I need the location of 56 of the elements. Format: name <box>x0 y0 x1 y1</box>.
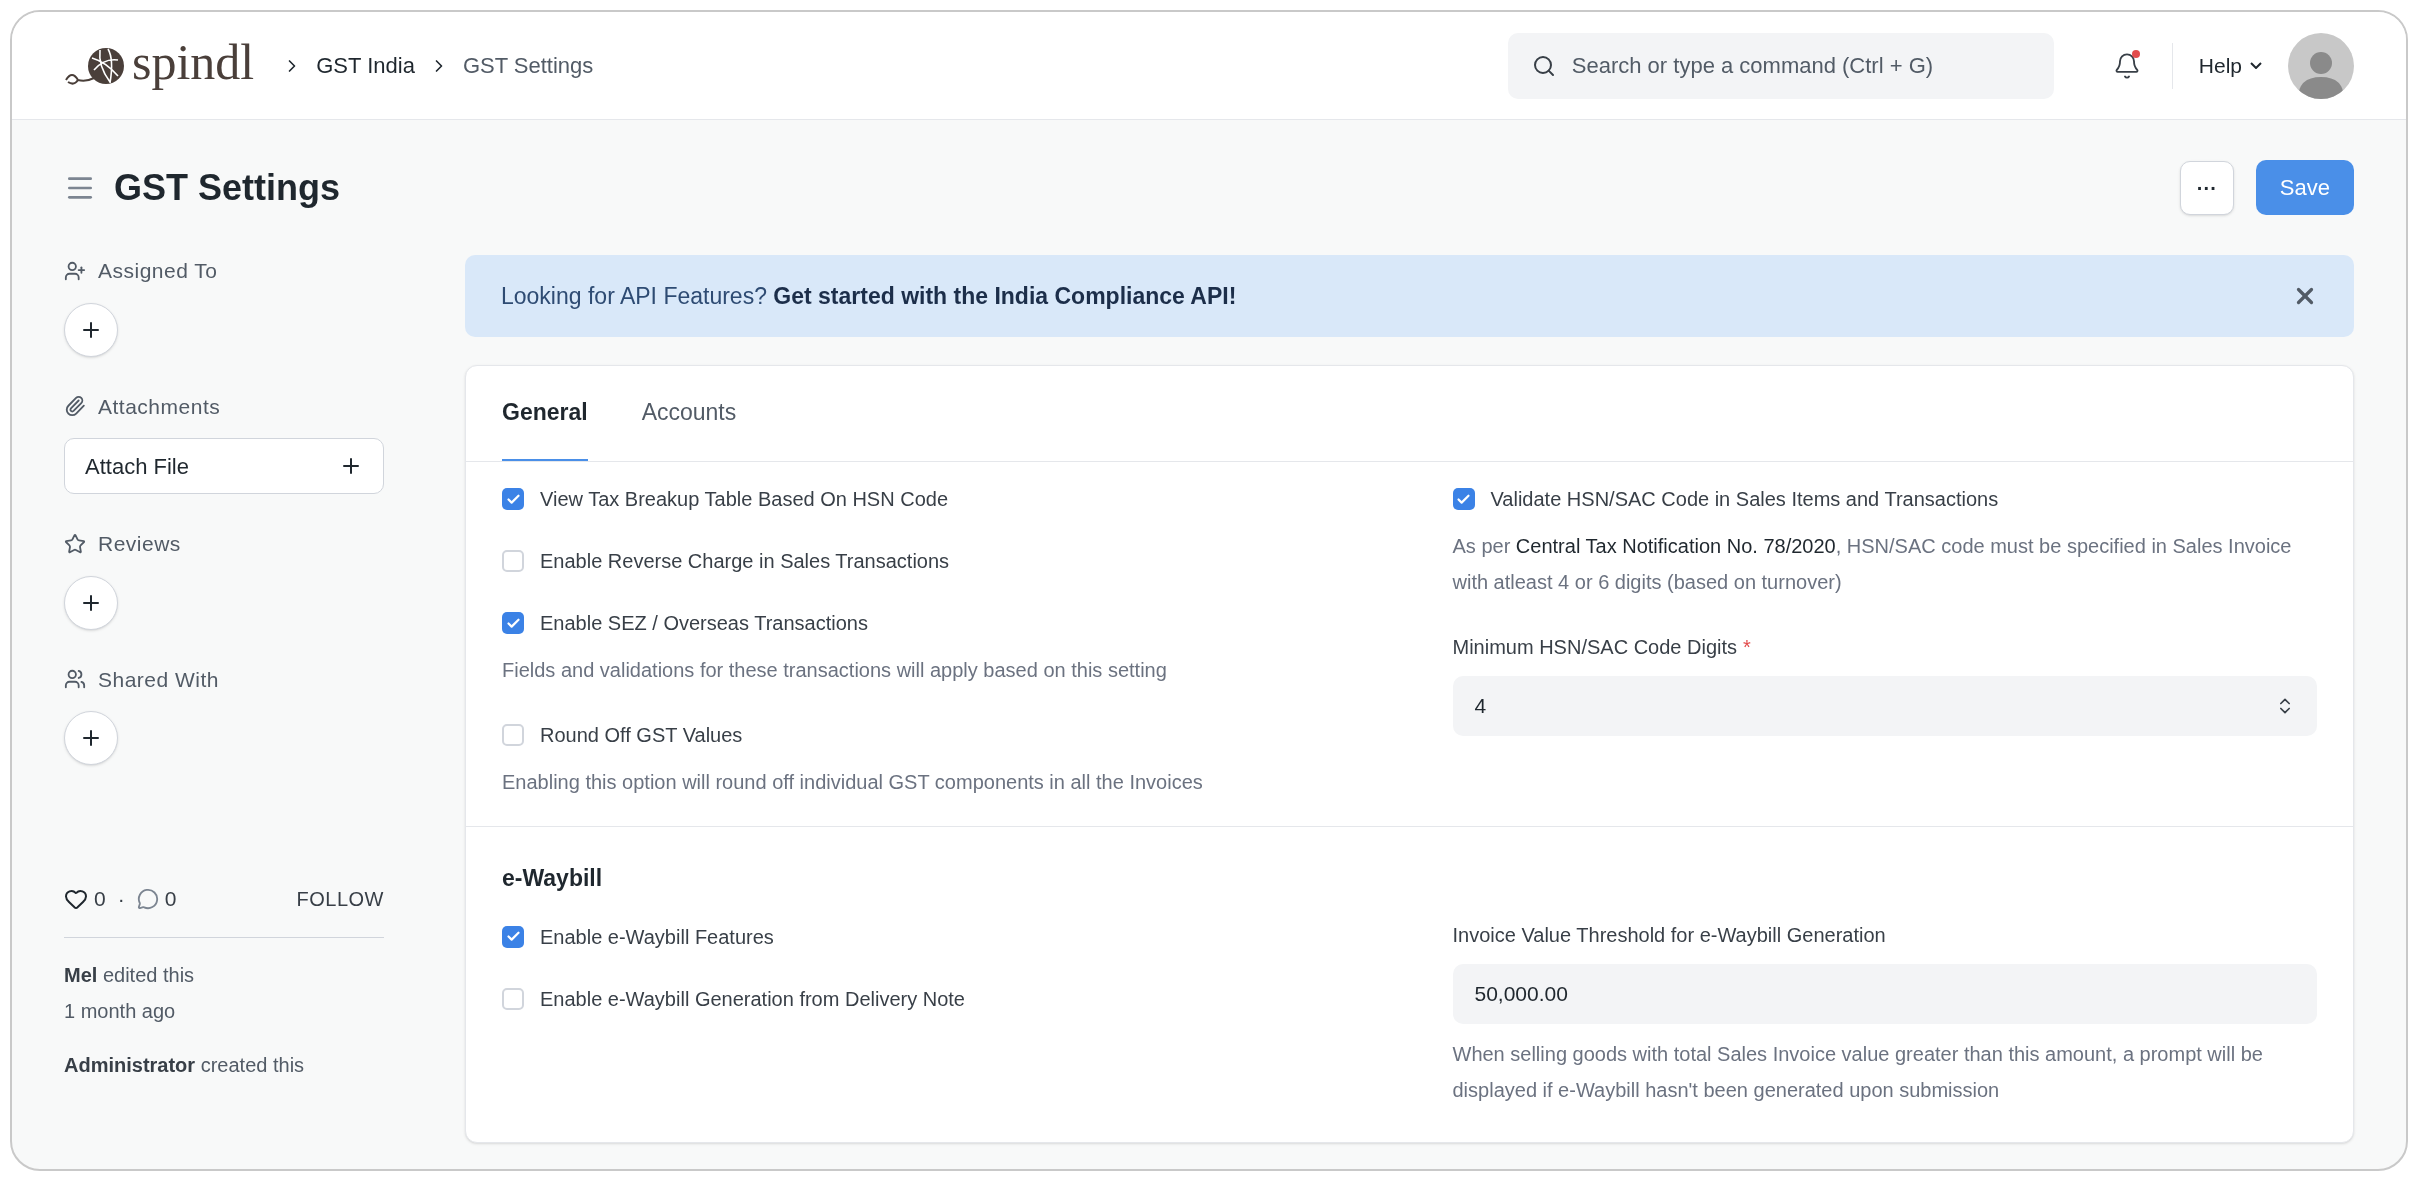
check-icon <box>505 929 521 944</box>
checkbox-label: View Tax Breakup Table Based On HSN Code <box>540 487 949 512</box>
activity-text: Mel edited this <box>64 962 196 988</box>
add-button[interactable] <box>64 302 118 357</box>
checkbox[interactable] <box>502 550 524 572</box>
sidebar-heading: Assigned To <box>98 258 218 284</box>
separator-dot: · <box>117 886 125 912</box>
sidebar-heading: Attachments <box>98 393 221 420</box>
more-button[interactable]: ··· <box>2179 160 2234 215</box>
add-button[interactable] <box>64 711 118 765</box>
required-asterisk: * <box>1743 635 1751 660</box>
checkbox-label: Enable Reverse Charge in Sales Transactions <box>540 549 950 574</box>
activity-time: 1 month ago <box>64 998 177 1024</box>
activity-text: Administrator created this <box>64 1052 306 1078</box>
breadcrumb-link[interactable]: GST India <box>316 49 415 82</box>
field-label: Minimum HSN/SAC Code Digits <box>1452 635 1737 660</box>
tab[interactable]: Accounts <box>641 394 737 461</box>
field-description: When selling goods with total Sales Invoice value greater than this amount, a prompt will be displayed if e-Waybill hasn't been generated upon submission <box>1452 1041 2264 1103</box>
follow-link[interactable]: FOLLOW <box>296 883 384 914</box>
sidebar-heading: Reviews <box>98 531 181 557</box>
field-description: As per Central Tax Notification No. 78/2020, HSN/SAC code must be specified in Sales Invoice with atleast 4 or 6 digits (based on turnover) <box>1452 534 2293 595</box>
chevron-down-icon <box>2250 62 2262 69</box>
attach-icon <box>64 395 86 418</box>
checkbox-label: Enable e-Waybill Features <box>540 924 774 950</box>
section-title: e-Waybill <box>502 864 604 893</box>
checkbox[interactable] <box>1452 488 1475 510</box>
comment-count: 0 <box>164 886 177 912</box>
checkbox[interactable] <box>502 987 524 1010</box>
checkbox-label: Enable SEZ / Overseas Transactions <box>540 611 868 636</box>
checkbox-label: Round Off GST Values <box>540 723 743 748</box>
checkbox[interactable] <box>502 925 524 948</box>
checkbox[interactable] <box>502 612 524 634</box>
search-field[interactable]: Search or type a command (Ctrl + G) <box>1507 32 2054 99</box>
help-dropdown[interactable]: Help <box>2198 49 2262 82</box>
share-icon <box>64 668 86 691</box>
field-description: Enabling this option will round off individual GST components in all the Invoices <box>502 770 1204 795</box>
input-field[interactable]: 50,000.00 <box>1452 963 2317 1024</box>
breadcrumb-link[interactable]: GST Settings <box>462 49 594 82</box>
review-icon <box>64 532 86 555</box>
assign-icon <box>64 259 86 282</box>
checkbox[interactable] <box>502 488 524 510</box>
field-label: Invoice Value Threshold for e-Waybill Generation <box>1452 922 1886 948</box>
comment-icon[interactable] <box>136 887 159 910</box>
sidebar-heading: Shared With <box>98 666 220 693</box>
tab[interactable]: General <box>502 394 588 461</box>
search-icon <box>1531 53 1556 78</box>
checkbox[interactable] <box>502 724 524 746</box>
field-description: Fields and validations for these transactions will apply based on this setting <box>502 658 1168 683</box>
banner-text: Looking for API Features? Get started with the India Compliance API! <box>501 281 1237 311</box>
select-field[interactable]: 4 <box>1452 676 2317 736</box>
like-count: 0 <box>94 886 106 912</box>
checkbox-label: Validate HSN/SAC Code in Sales Items and Transactions <box>1490 487 1999 512</box>
checkbox-label: Enable e-Waybill Generation from Delivery Note <box>540 986 965 1012</box>
attach-file-button[interactable]: Attach File <box>64 438 384 494</box>
page-title: GST Settings <box>114 165 341 210</box>
add-button[interactable] <box>64 575 118 630</box>
